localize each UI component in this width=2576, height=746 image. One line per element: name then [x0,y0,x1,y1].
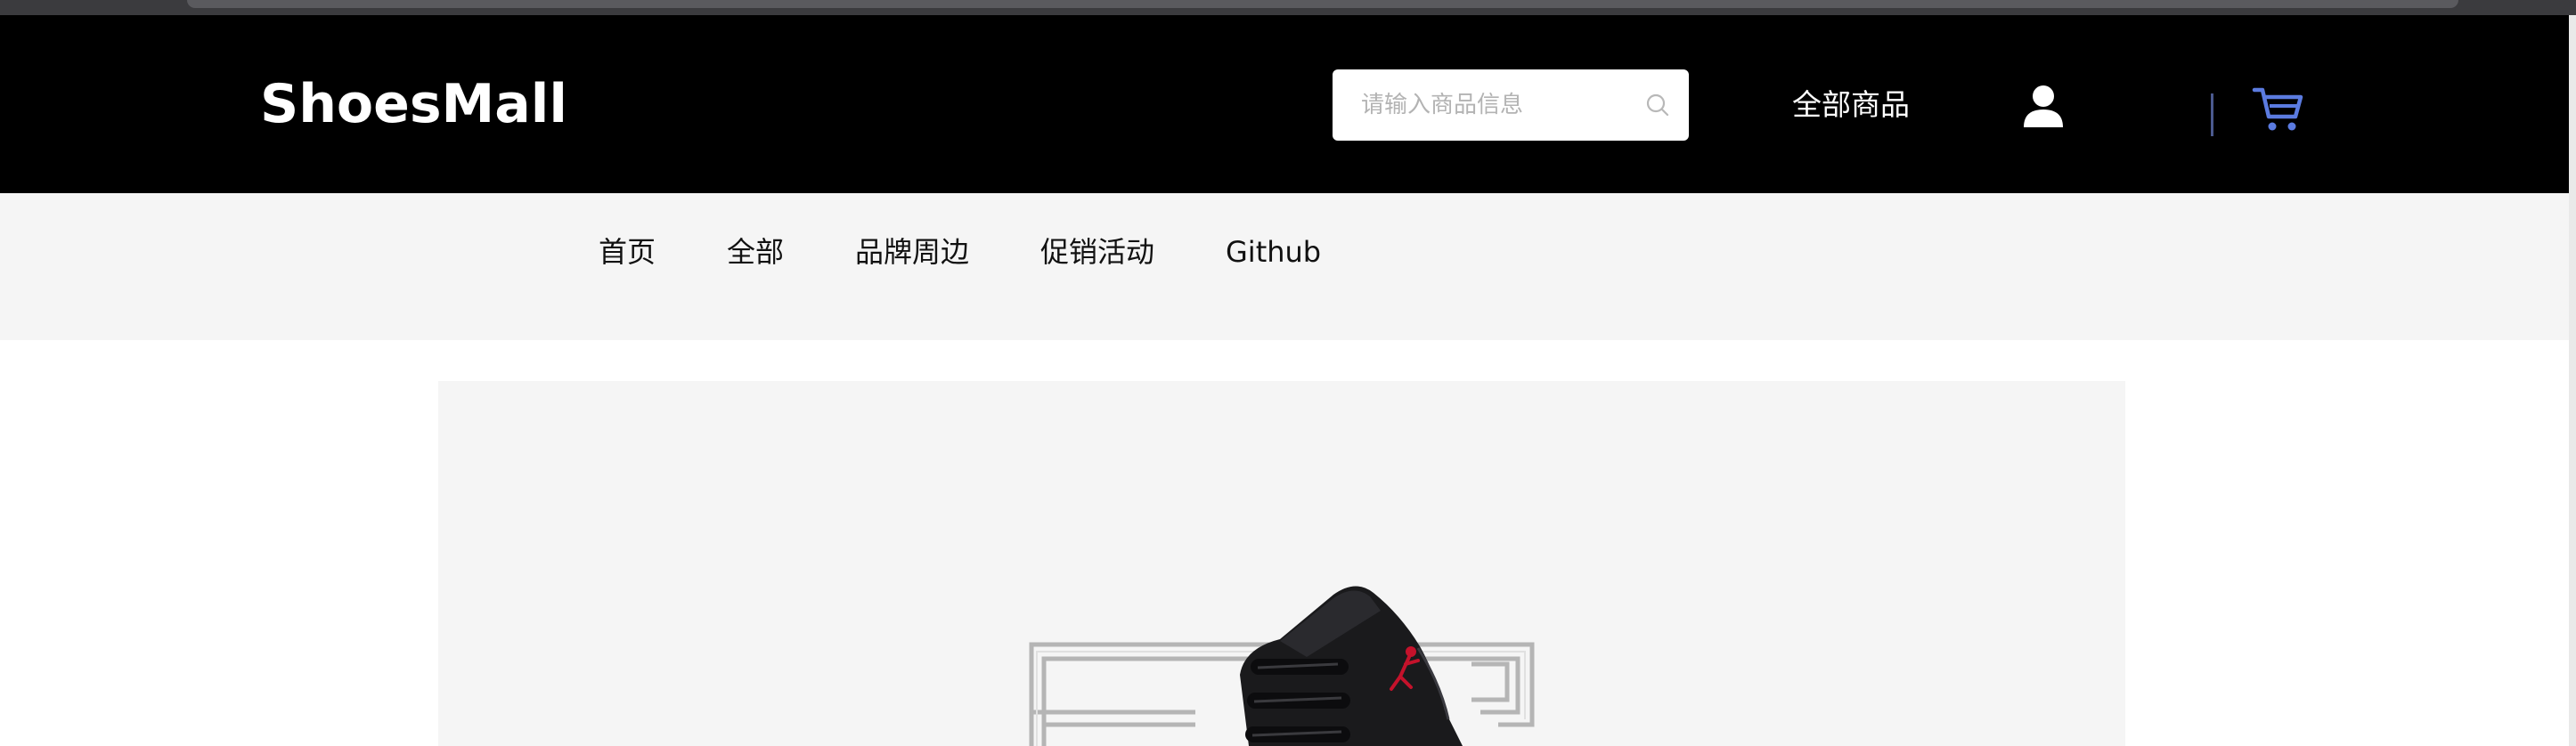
search-box[interactable] [1333,69,1689,141]
browser-chrome [0,0,2576,15]
site-header: ShoesMall 全部商品 [0,15,2569,193]
page-scrollbar[interactable] [2569,15,2576,746]
all-goods-link[interactable]: 全部商品 [1792,85,1910,126]
nav-item-home[interactable]: 首页 [599,230,656,274]
nav-item-github[interactable]: Github [1226,230,1321,274]
shopping-cart-icon[interactable] [2252,85,2305,134]
main-nav: 首页 全部 品牌周边 促销活动 Github [0,193,2569,340]
header-divider [2211,93,2213,136]
search-input[interactable] [1361,69,1628,141]
nav-item-promotions[interactable]: 促销活动 [1040,230,1154,274]
sneaker-image [1029,586,1535,746]
hero-banner[interactable] [438,381,2125,746]
search-icon[interactable] [1644,92,1671,118]
user-icon[interactable] [2022,83,2065,129]
browser-tab-strip [187,0,2458,8]
nav-item-brand-merch[interactable]: 品牌周边 [855,230,969,274]
page: ShoesMall 全部商品 首页 全部 品牌周边 促销活动 Github [0,0,2576,746]
site-logo[interactable]: ShoesMall [260,69,567,140]
nav-item-all[interactable]: 全部 [727,230,784,274]
